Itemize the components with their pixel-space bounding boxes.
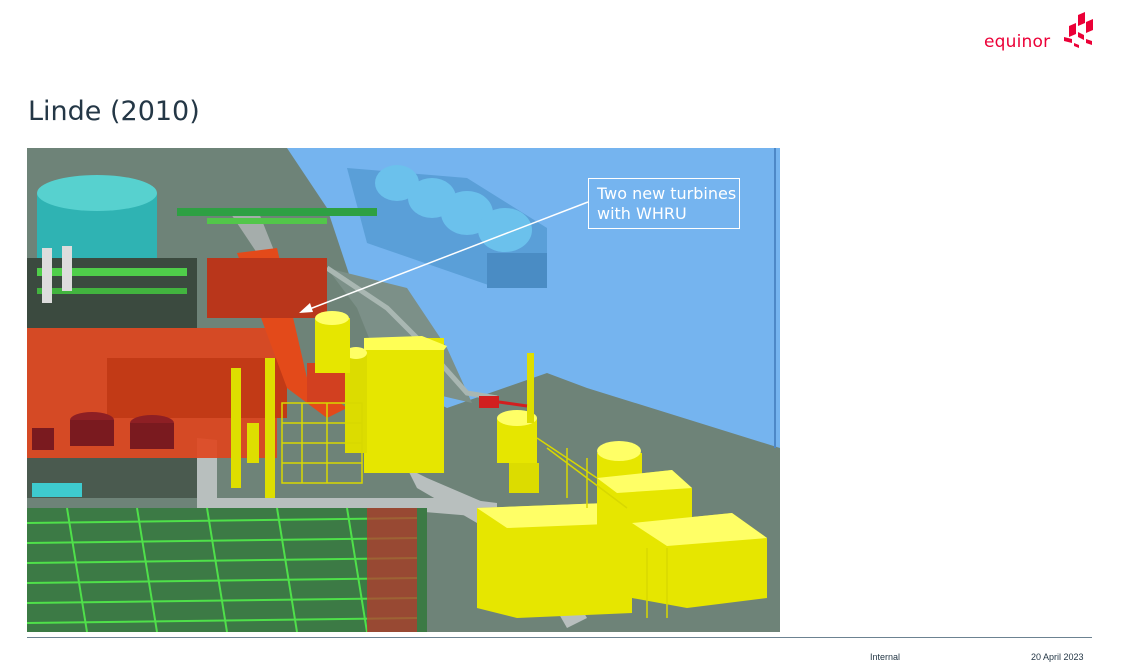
slide-title: Linde (2010)	[28, 96, 200, 127]
footer-date: 20 April 2023	[1031, 652, 1084, 662]
footer-divider	[27, 637, 1092, 638]
footer-classification: Internal	[870, 652, 901, 662]
logo-wordmark: equinor	[984, 32, 1051, 52]
equinor-logo: equinor	[984, 12, 1094, 56]
callout-line-1: Two new turbines	[597, 184, 737, 203]
callout-line-2: with WHRU	[597, 204, 687, 223]
turbines-callout: Two new turbines with WHRU	[588, 178, 740, 229]
logo-star-icon	[1064, 12, 1093, 48]
